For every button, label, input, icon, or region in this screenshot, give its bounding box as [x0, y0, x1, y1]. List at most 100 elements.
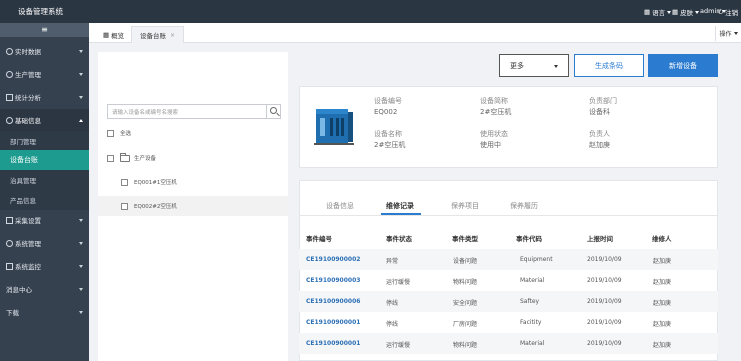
- field-value: 赵加庚: [589, 141, 610, 149]
- field-department: 负责部门 设备科: [589, 96, 617, 118]
- sidebar-item-monitor[interactable]: 系统监控: [0, 255, 89, 277]
- logout-button[interactable]: ⏻ 注销: [718, 7, 738, 18]
- column-header: 事件状态: [386, 235, 412, 243]
- sidebar-item-label: 统计分析: [15, 94, 41, 102]
- event-id-link[interactable]: CE19100900001: [306, 340, 360, 347]
- sidebar-item-label: 采集设置: [15, 217, 41, 225]
- sidebar-item-label: 生产管理: [15, 71, 41, 79]
- table-row[interactable]: CE19100900001 运行缓慢 物料问题 Material 2019/10…: [299, 333, 718, 354]
- tab-maintenance-history[interactable]: 保养履历: [510, 201, 538, 211]
- air-compressor-image: [314, 109, 354, 145]
- event-type: 设备问题: [453, 258, 478, 265]
- event-type: 安全问题: [453, 300, 478, 307]
- checkbox[interactable]: [121, 202, 128, 210]
- chart-icon: [6, 93, 13, 101]
- tab-label: 概览: [111, 31, 125, 40]
- gear-icon: [6, 239, 13, 247]
- column-header: 上报时间: [587, 235, 613, 243]
- sidebar-item-realtime[interactable]: 实时数据: [0, 40, 89, 62]
- chevron-down-icon: [733, 32, 738, 35]
- tree-select-all[interactable]: 全选: [98, 123, 288, 143]
- skin-menu[interactable]: ▦ 皮肤: [672, 7, 700, 17]
- chevron-down-icon: [554, 65, 558, 68]
- search-icon-handle: [276, 112, 280, 117]
- sidebar-item-production[interactable]: 生产管理: [0, 63, 89, 85]
- tab-equipment-info[interactable]: 设备信息: [326, 201, 354, 211]
- event-id-link[interactable]: CE19100900002: [306, 256, 360, 263]
- sidebar-subitem-departments[interactable]: 部门管理: [0, 131, 89, 151]
- monitor-icon: [6, 262, 13, 270]
- tree-group[interactable]: 生产设备: [98, 148, 288, 168]
- field-short-name: 设备简称 2#空压机: [480, 96, 511, 118]
- report-time: 2019/10/09: [587, 340, 622, 347]
- field-owner: 负责人 赵加庚: [589, 129, 610, 151]
- table-row[interactable]: CE19100900002 异常 设备问题 Equipment 2019/10/…: [299, 249, 718, 270]
- language-menu[interactable]: ▦ 语言: [644, 7, 672, 17]
- checkbox[interactable]: [107, 129, 114, 137]
- sidebar-item-label: 系统监控: [15, 263, 41, 271]
- tab-equipment-ledger[interactable]: 设备台账 ×: [131, 26, 185, 43]
- language-label: 语言: [652, 9, 666, 17]
- sidebar-subitem-equipment-ledger[interactable]: 设备台账: [0, 150, 89, 170]
- tab-overview[interactable]: ▦ 概览: [95, 26, 132, 43]
- event-type: 物料问题: [453, 279, 478, 286]
- report-time: 2019/10/09: [587, 277, 622, 284]
- checkbox[interactable]: [107, 154, 114, 162]
- sidebar-toggle[interactable]: ≡: [0, 23, 89, 37]
- equipment-tree-panel: 请输入设备名或编号名搜索 全选 生产设备 EQ001#1空压机 EQ002#2空…: [98, 52, 288, 361]
- search-input[interactable]: 请输入设备名或编号名搜索: [107, 104, 267, 119]
- production-icon: [6, 70, 13, 78]
- tab-maintenance-records[interactable]: 维修记录: [386, 201, 414, 211]
- field-value: 2#空压机: [480, 108, 512, 116]
- sidebar-item-label: 下载: [6, 309, 19, 317]
- tree-device[interactable]: EQ001#1空压机: [98, 172, 288, 192]
- sidebar-subitem-products[interactable]: 产品信息: [0, 190, 89, 210]
- field-value: 使用中: [480, 141, 501, 149]
- repairer: 赵加庚: [653, 300, 672, 307]
- column-header: 事件类型: [452, 235, 478, 243]
- event-code: Facitity: [520, 319, 542, 326]
- close-icon[interactable]: ×: [170, 32, 175, 39]
- chevron-down-icon: [79, 311, 83, 314]
- event-id-link[interactable]: CE19100900003: [306, 277, 360, 284]
- sidebar-item-system[interactable]: 系统管理: [0, 232, 89, 254]
- sidebar-item-label: 基础信息: [15, 117, 41, 125]
- skin-icon: ▦: [672, 8, 679, 16]
- sidebar-item-download[interactable]: 下载: [0, 301, 89, 323]
- table-row[interactable]: CE19100900001 停线 厂房问题 Facitity 2019/10/0…: [299, 312, 718, 333]
- folder-icon: [120, 152, 130, 162]
- table-row[interactable]: CE19100900003 运行缓慢 物料问题 Material 2019/10…: [299, 270, 718, 291]
- sidebar-item-statistics[interactable]: 统计分析: [0, 86, 89, 108]
- generate-barcode-button[interactable]: 生成条码: [574, 54, 644, 77]
- add-equipment-button[interactable]: 新增设备: [648, 54, 718, 77]
- event-type: 厂房问题: [453, 321, 478, 328]
- field-label: 使用状态: [480, 130, 508, 138]
- sidebar-item-collection[interactable]: 采集设置: [0, 209, 89, 231]
- chevron-down-icon: [79, 96, 83, 99]
- chevron-down-icon: [695, 10, 700, 14]
- operations-menu[interactable]: 操作: [715, 26, 741, 41]
- field-code: 设备编号 EQ002: [374, 96, 402, 118]
- field-status: 使用状态 使用中: [480, 129, 508, 151]
- sidebar-item-label: 消息中心: [6, 286, 32, 294]
- tree-device-selected[interactable]: EQ002#2空压机: [98, 196, 288, 216]
- event-status: 运行缓慢: [386, 342, 411, 349]
- chevron-down-icon: [79, 73, 83, 76]
- info-icon: [6, 116, 13, 124]
- chevron-down-icon: [79, 288, 83, 291]
- tree-label: 全选: [120, 131, 132, 137]
- more-dropdown[interactable]: 更多: [499, 54, 569, 77]
- event-id-link[interactable]: CE19100900001: [306, 319, 360, 326]
- sidebar-subitem-fixtures[interactable]: 治具管理: [0, 170, 89, 190]
- operations-label: 操作: [719, 31, 732, 38]
- table-row[interactable]: CE19100900006 停线 安全问题 Saftey 2019/10/09 …: [299, 291, 718, 312]
- more-label: 更多: [510, 61, 524, 70]
- dashboard-icon: ▦: [103, 30, 110, 39]
- sidebar-item-messages[interactable]: 消息中心: [0, 278, 89, 300]
- search-button[interactable]: [266, 104, 281, 119]
- tab-maintenance-items[interactable]: 保养项目: [451, 201, 479, 211]
- checkbox[interactable]: [121, 178, 128, 186]
- sidebar-item-basic-info[interactable]: 基础信息: [0, 109, 89, 131]
- event-id-link[interactable]: CE19100900006: [306, 298, 360, 305]
- chevron-down-icon: [79, 242, 83, 245]
